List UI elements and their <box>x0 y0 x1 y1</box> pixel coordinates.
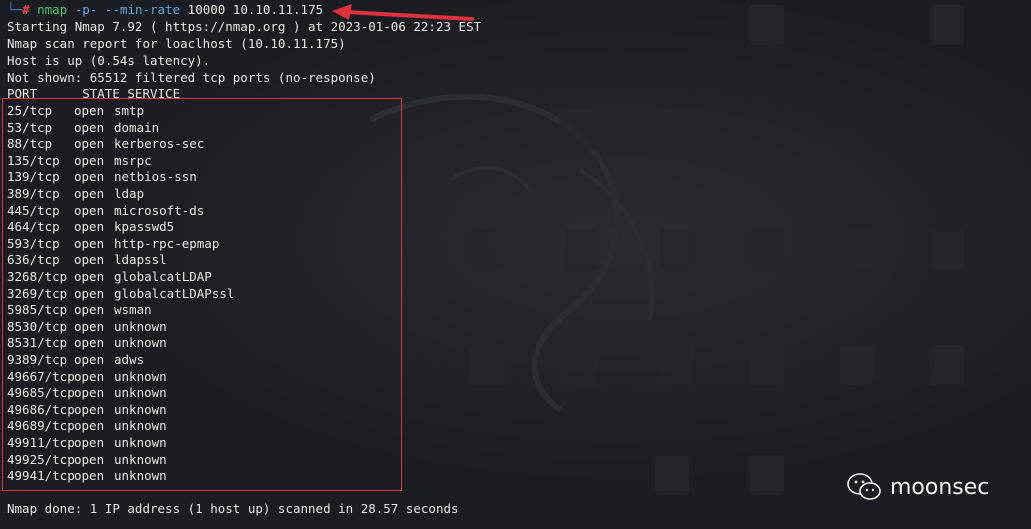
command-arg-min-rate: --min-rate <box>104 2 181 17</box>
highlight-box <box>2 98 402 491</box>
output-report-line: Nmap scan report for loaclhost (10.10.11… <box>7 36 346 51</box>
command-name: nmap <box>37 2 68 17</box>
watermark-text: moonsec <box>890 474 990 500</box>
output-not-shown-line: Not shown: 65512 filtered tcp ports (no-… <box>7 70 376 85</box>
watermark: moonsec <box>846 472 989 502</box>
wechat-icon <box>847 473 881 500</box>
command-arg-ports: -p- <box>74 2 98 17</box>
command-prompt-line: └─# nmap -p- --min-rate 10000 10.10.11.1… <box>7 2 323 19</box>
prompt-hash: # <box>22 2 30 17</box>
prompt-corner: └─ <box>7 2 23 17</box>
output-done-line: Nmap done: 1 IP address (1 host up) scan… <box>7 501 459 516</box>
output-host-line: Host is up (0.54s latency). <box>7 53 211 68</box>
red-arrow-annotation <box>332 4 474 21</box>
command-args-rest: 10000 10.10.11.175 <box>187 2 324 17</box>
